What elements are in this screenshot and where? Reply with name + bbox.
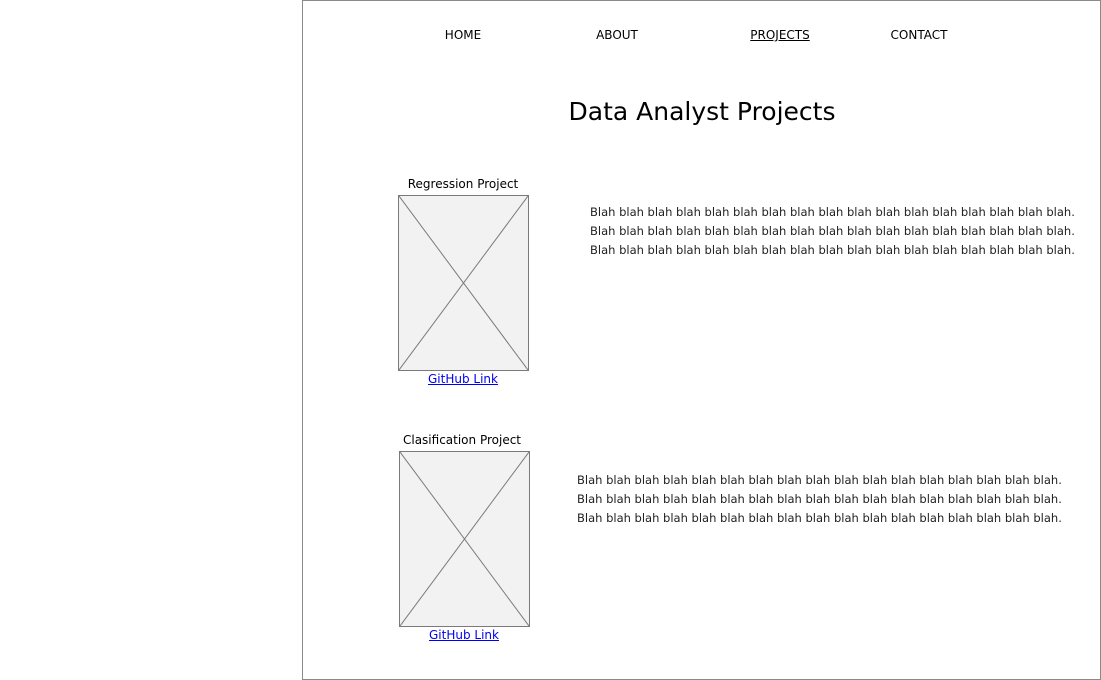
nav-about[interactable]: ABOUT <box>596 28 638 42</box>
github-link[interactable]: GitHub Link <box>429 628 499 642</box>
page-title: Data Analyst Projects <box>568 97 836 126</box>
page-frame: HOME ABOUT PROJECTS CONTACT Data Analyst… <box>302 0 1101 680</box>
project-description: Blah blah blah blah blah blah blah blah … <box>577 471 1062 528</box>
description-line: Blah blah blah blah blah blah blah blah … <box>577 511 1062 525</box>
project-title: Regression Project <box>407 177 519 191</box>
project-title: Clasification Project <box>402 433 522 447</box>
description-line: Blah blah blah blah blah blah blah blah … <box>590 224 1075 238</box>
description-line: Blah blah blah blah blah blah blah blah … <box>577 492 1062 506</box>
github-link[interactable]: GitHub Link <box>428 372 498 386</box>
nav-home[interactable]: HOME <box>445 28 481 42</box>
nav-contact[interactable]: CONTACT <box>891 28 948 42</box>
description-line: Blah blah blah blah blah blah blah blah … <box>577 473 1062 487</box>
nav-projects[interactable]: PROJECTS <box>750 28 809 42</box>
project-description: Blah blah blah blah blah blah blah blah … <box>590 203 1075 260</box>
image-placeholder-icon <box>399 451 530 627</box>
image-placeholder-icon <box>398 195 529 371</box>
description-line: Blah blah blah blah blah blah blah blah … <box>590 205 1075 219</box>
description-line: Blah blah blah blah blah blah blah blah … <box>590 243 1075 257</box>
